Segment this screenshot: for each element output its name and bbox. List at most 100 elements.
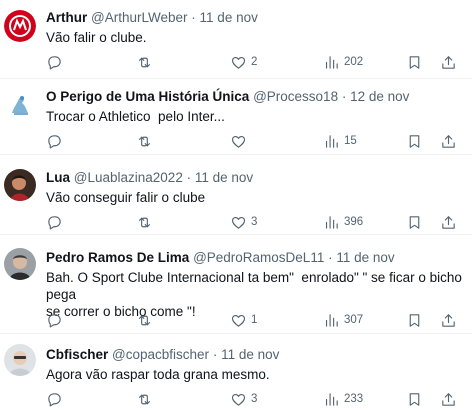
like-button[interactable]: 3: [230, 389, 257, 409]
tweet-header: Lua @Luablazina2022 · 11 de nov: [46, 170, 253, 186]
views-icon: [323, 391, 340, 408]
avatar[interactable]: [4, 10, 36, 42]
tweet[interactable]: Pedro Ramos De Lima @PedroRamosDeL11 · 1…: [0, 235, 472, 334]
author-name[interactable]: Cbfischer: [46, 347, 108, 362]
share-icon: [440, 133, 457, 150]
tweet-date[interactable]: 11 de nov: [336, 250, 394, 265]
bookmark-icon: [406, 133, 423, 150]
author-name[interactable]: Arthur: [46, 10, 87, 25]
avatar[interactable]: [4, 344, 36, 376]
author-handle[interactable]: @copacbfischer: [112, 347, 209, 362]
tweet[interactable]: Cbfischer @copacbfischer · 11 de nov Ago…: [0, 334, 472, 410]
retweet-button[interactable]: [136, 310, 157, 330]
share-button[interactable]: [440, 310, 457, 330]
tweet-date[interactable]: 11 de nov: [221, 347, 279, 362]
views-button[interactable]: 15: [323, 131, 357, 151]
like-button[interactable]: 1: [230, 310, 257, 330]
tweet-date[interactable]: 12 de nov: [350, 89, 409, 104]
views-count: 15: [344, 135, 357, 147]
bookmark-icon: [406, 391, 423, 408]
views-count: 202: [344, 56, 364, 68]
like-count: 2: [251, 56, 258, 68]
retweet-button[interactable]: [136, 212, 157, 232]
tweet-actions: 3 233: [46, 389, 462, 409]
like-button[interactable]: [230, 131, 251, 151]
tweet-text: Agora vão raspar toda grana mesmo.: [46, 367, 270, 382]
tweet[interactable]: Lua @Luablazina2022 · 11 de nov Vão cons…: [0, 155, 472, 235]
views-icon: [323, 214, 340, 231]
tweet-actions: 1 307: [46, 310, 462, 330]
author-handle[interactable]: @ArthurLWeber: [91, 10, 188, 25]
retweet-button[interactable]: [136, 389, 157, 409]
share-button[interactable]: [440, 389, 457, 409]
bookmark-button[interactable]: [406, 131, 423, 151]
bookmark-button[interactable]: [406, 310, 423, 330]
separator-dot: ·: [186, 170, 192, 185]
reply-button[interactable]: [46, 212, 67, 232]
bookmark-button[interactable]: [406, 52, 423, 72]
bookmark-button[interactable]: [406, 389, 423, 409]
like-icon: [230, 391, 247, 408]
separator-dot: ·: [341, 89, 347, 104]
author-name[interactable]: Lua: [46, 170, 70, 185]
share-icon: [440, 312, 457, 329]
bookmark-icon: [406, 214, 423, 231]
author-handle[interactable]: @Processo18: [253, 89, 338, 104]
views-button[interactable]: 307: [323, 310, 363, 330]
share-icon: [440, 391, 457, 408]
internacional-crest-icon: [4, 10, 36, 42]
retweet-button[interactable]: [136, 52, 157, 72]
views-button[interactable]: 202: [323, 52, 363, 72]
tweet-date[interactable]: 11 de nov: [195, 170, 253, 185]
tweet-text: Trocar o Athletico pelo Inter...: [46, 109, 225, 124]
tweet-date[interactable]: 11 de nov: [200, 10, 258, 25]
tweet-actions: 2 202: [46, 52, 462, 72]
reply-icon: [46, 391, 63, 408]
tweet-text: Vão conseguir falir o clube: [46, 190, 206, 205]
separator-dot: ·: [191, 10, 196, 25]
bookmark-icon: [406, 312, 423, 329]
retweet-icon: [136, 312, 153, 329]
share-button[interactable]: [440, 131, 457, 151]
tweet-actions: 3 396: [46, 212, 462, 232]
person-photo-icon: [4, 248, 36, 280]
like-button[interactable]: 3: [230, 212, 257, 232]
bookmark-button[interactable]: [406, 212, 423, 232]
views-count: 307: [344, 314, 364, 326]
avatar[interactable]: [4, 89, 36, 121]
reply-button[interactable]: [46, 131, 67, 151]
retweet-icon: [136, 214, 153, 231]
reply-button[interactable]: [46, 389, 67, 409]
author-name[interactable]: O Perigo de Uma História Única: [46, 89, 249, 104]
like-icon: [230, 214, 247, 231]
avatar[interactable]: [4, 248, 36, 280]
like-icon: [230, 312, 247, 329]
retweet-icon: [136, 54, 153, 71]
author-handle[interactable]: @PedroRamosDeL11: [193, 250, 324, 265]
like-icon: [230, 133, 247, 150]
share-button[interactable]: [440, 52, 457, 72]
separator-dot: ·: [212, 347, 218, 362]
reply-icon: [46, 133, 63, 150]
avatar[interactable]: [4, 169, 36, 201]
views-count: 396: [344, 216, 364, 228]
kafka-illustration-icon: [4, 89, 36, 121]
views-icon: [323, 133, 340, 150]
author-handle[interactable]: @Luablazina2022: [74, 170, 183, 185]
retweet-button[interactable]: [136, 131, 157, 151]
tweet-actions: 15: [46, 131, 462, 151]
tweet[interactable]: Arthur @ArthurLWeber · 11 de nov Vão fal…: [0, 0, 472, 79]
views-button[interactable]: 233: [323, 389, 363, 409]
reply-button[interactable]: [46, 52, 67, 72]
like-icon: [230, 54, 247, 71]
person-photo-icon: [4, 169, 36, 201]
tweet-text: Vão falir o clube.: [46, 30, 147, 45]
separator-dot: ·: [328, 250, 333, 265]
share-icon: [440, 214, 457, 231]
tweet[interactable]: O Perigo de Uma História Única @Processo…: [0, 79, 472, 155]
reply-button[interactable]: [46, 310, 67, 330]
like-button[interactable]: 2: [230, 52, 257, 72]
share-button[interactable]: [440, 212, 457, 232]
author-name[interactable]: Pedro Ramos De Lima: [46, 250, 189, 265]
views-button[interactable]: 396: [323, 212, 363, 232]
